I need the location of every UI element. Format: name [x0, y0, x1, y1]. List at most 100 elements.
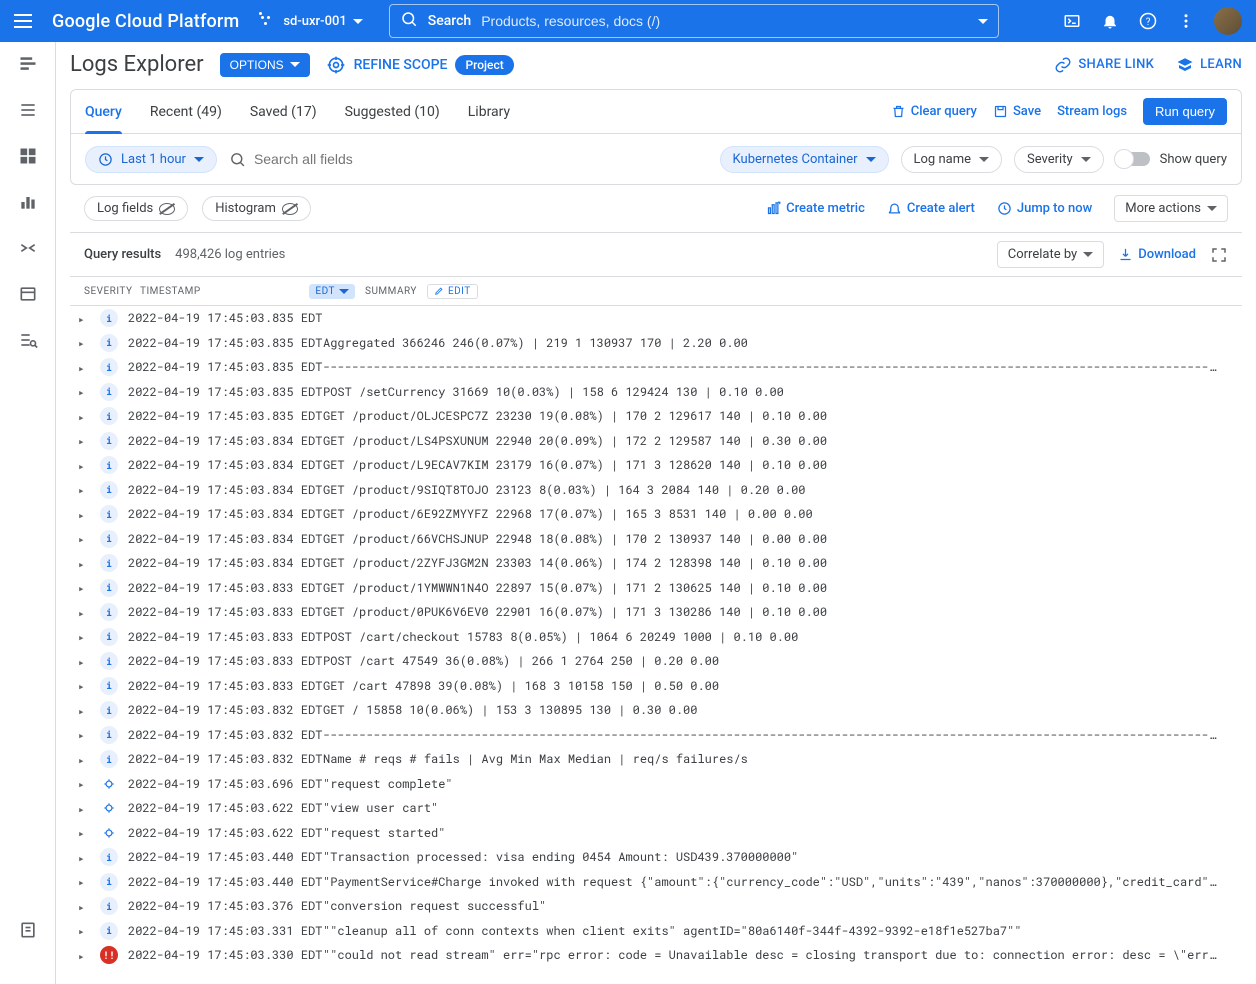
table-row[interactable]: ▸i2022-04-19 17:45:03.834 EDTGET /produc… [70, 551, 1242, 576]
table-row[interactable]: ▸i2022-04-19 17:45:03.834 EDTGET /produc… [70, 453, 1242, 478]
rail-item-1-icon[interactable] [16, 98, 40, 122]
table-row[interactable]: ▸2022-04-19 17:45:03.622 EDT"view user c… [70, 796, 1242, 821]
rail-logs-explorer-icon[interactable] [16, 52, 40, 76]
expand-icon[interactable]: ▸ [78, 409, 94, 424]
tab-saved[interactable]: Saved (17) [250, 90, 317, 133]
expand-icon[interactable]: ▸ [78, 335, 94, 350]
search-fields-input[interactable] [254, 151, 554, 167]
severity-chip[interactable]: Severity [1014, 146, 1104, 173]
edit-summary-button[interactable]: EDIT [427, 284, 478, 299]
rail-storage-icon[interactable] [16, 282, 40, 306]
log-fields-toggle[interactable]: Log fields [84, 196, 188, 221]
project-selector[interactable]: sd-uxr-001 [259, 12, 362, 30]
save-button[interactable]: Save [993, 104, 1041, 119]
cloud-shell-icon[interactable] [1062, 11, 1082, 31]
expand-icon[interactable]: ▸ [78, 727, 94, 742]
resource-chip[interactable]: Kubernetes Container [720, 146, 889, 173]
expand-icon[interactable]: ▸ [78, 556, 94, 571]
more-icon[interactable] [1176, 11, 1196, 31]
table-row[interactable]: ▸i2022-04-19 17:45:03.834 EDTGET /produc… [70, 502, 1242, 527]
table-row[interactable]: ▸i2022-04-19 17:45:03.833 EDTGET /produc… [70, 576, 1242, 601]
table-row[interactable]: ▸i2022-04-19 17:45:03.833 EDTGET /produc… [70, 600, 1242, 625]
table-row[interactable]: ▸i2022-04-19 17:45:03.835 EDTGET /produc… [70, 404, 1242, 429]
table-row[interactable]: ▸i2022-04-19 17:45:03.832 EDT-----------… [70, 723, 1242, 748]
expand-icon[interactable]: ▸ [78, 850, 94, 865]
stream-logs-button[interactable]: Stream logs [1057, 104, 1127, 119]
more-actions-button[interactable]: More actions [1114, 195, 1228, 222]
jump-to-now-button[interactable]: Jump to now [997, 201, 1092, 216]
share-link-button[interactable]: SHARE LINK [1054, 56, 1154, 74]
expand-icon[interactable]: ▸ [78, 629, 94, 644]
notifications-icon[interactable] [1100, 11, 1120, 31]
correlate-by-button[interactable]: Correlate by [997, 241, 1104, 268]
expand-icon[interactable]: ▸ [78, 507, 94, 522]
table-row[interactable]: ▸i2022-04-19 17:45:03.835 EDT [70, 306, 1242, 331]
gcp-logo[interactable]: Google Cloud Platform [52, 11, 239, 32]
rail-analytics-icon[interactable] [16, 328, 40, 352]
tab-library[interactable]: Library [468, 90, 510, 133]
create-metric-button[interactable]: Create metric [766, 201, 865, 216]
table-row[interactable]: ▸i2022-04-19 17:45:03.376 EDT"conversion… [70, 894, 1242, 919]
tab-suggested[interactable]: Suggested (10) [345, 90, 440, 133]
table-row[interactable]: ▸i2022-04-19 17:45:03.833 EDTPOST /cart … [70, 649, 1242, 674]
expand-icon[interactable]: ▸ [78, 311, 94, 326]
expand-icon[interactable]: ▸ [78, 752, 94, 767]
timezone-chip[interactable]: EDT [309, 284, 355, 299]
refine-scope-button[interactable]: REFINE SCOPE Project [326, 55, 514, 75]
table-row[interactable]: ▸i2022-04-19 17:45:03.331 EDT""cleanup a… [70, 919, 1242, 944]
expand-icon[interactable]: ▸ [78, 384, 94, 399]
chevron-down-icon[interactable] [978, 19, 988, 24]
table-row[interactable]: ▸2022-04-19 17:45:03.622 EDT"request sta… [70, 821, 1242, 846]
sort-icon[interactable] [211, 285, 223, 297]
time-range-chip[interactable]: Last 1 hour [85, 146, 217, 173]
table-row[interactable]: ▸i2022-04-19 17:45:03.832 EDTName # reqs… [70, 747, 1242, 772]
rail-dashboard-icon[interactable] [16, 144, 40, 168]
expand-icon[interactable]: ▸ [78, 801, 94, 816]
fullscreen-icon[interactable] [1210, 246, 1228, 264]
help-icon[interactable]: ? [1138, 11, 1158, 31]
table-row[interactable]: ▸i2022-04-19 17:45:03.835 EDTAggregated … [70, 331, 1242, 356]
download-button[interactable]: Download [1118, 247, 1196, 262]
learn-button[interactable]: LEARN [1176, 56, 1242, 74]
table-row[interactable]: ▸i2022-04-19 17:45:03.834 EDTGET /produc… [70, 429, 1242, 454]
nav-menu-icon[interactable] [14, 9, 38, 33]
table-row[interactable]: ▸!!2022-04-19 17:45:03.330 EDT""could no… [70, 943, 1242, 966]
table-row[interactable]: ▸i2022-04-19 17:45:03.835 EDTPOST /setCu… [70, 380, 1242, 405]
table-row[interactable]: ▸i2022-04-19 17:45:03.835 EDT-----------… [70, 355, 1242, 380]
log-name-chip[interactable]: Log name [901, 146, 1002, 173]
table-row[interactable]: ▸2022-04-19 17:45:03.696 EDT"request com… [70, 772, 1242, 797]
expand-icon[interactable]: ▸ [78, 433, 94, 448]
table-row[interactable]: ▸i2022-04-19 17:45:03.833 EDTPOST /cart/… [70, 625, 1242, 650]
create-alert-button[interactable]: Create alert [887, 201, 975, 216]
expand-icon[interactable]: ▸ [78, 458, 94, 473]
search-box[interactable]: Search [389, 4, 999, 38]
avatar[interactable] [1214, 7, 1242, 35]
tab-recent[interactable]: Recent (49) [150, 90, 222, 133]
expand-icon[interactable]: ▸ [78, 605, 94, 620]
expand-icon[interactable]: ▸ [78, 580, 94, 595]
table-row[interactable]: ▸i2022-04-19 17:45:03.440 EDT"Transactio… [70, 845, 1242, 870]
show-query-toggle[interactable]: Show query [1116, 152, 1227, 167]
toggle-switch[interactable] [1116, 152, 1150, 166]
rail-pin-icon[interactable] [16, 918, 40, 942]
clear-query-button[interactable]: Clear query [891, 104, 977, 119]
run-query-button[interactable]: Run query [1143, 98, 1227, 125]
expand-icon[interactable]: ▸ [78, 923, 94, 938]
col-timestamp[interactable]: TIMESTAMP EDT [140, 284, 355, 299]
col-severity[interactable]: SEVERITY [78, 286, 140, 297]
table-row[interactable]: ▸i2022-04-19 17:45:03.833 EDTGET /cart 4… [70, 674, 1242, 699]
table-row[interactable]: ▸i2022-04-19 17:45:03.832 EDTGET / 15858… [70, 698, 1242, 723]
expand-icon[interactable]: ▸ [78, 948, 94, 963]
options-button[interactable]: OPTIONS [220, 53, 310, 77]
table-row[interactable]: ▸i2022-04-19 17:45:03.834 EDTGET /produc… [70, 478, 1242, 503]
expand-icon[interactable]: ▸ [78, 360, 94, 375]
expand-icon[interactable]: ▸ [78, 825, 94, 840]
log-rows[interactable]: ▸i2022-04-19 17:45:03.835 EDT▸i2022-04-1… [70, 306, 1242, 966]
table-row[interactable]: ▸i2022-04-19 17:45:03.834 EDTGET /produc… [70, 527, 1242, 552]
expand-icon[interactable]: ▸ [78, 899, 94, 914]
histogram-toggle[interactable]: Histogram [202, 196, 311, 221]
rail-router-icon[interactable] [16, 236, 40, 260]
expand-icon[interactable]: ▸ [78, 678, 94, 693]
expand-icon[interactable]: ▸ [78, 776, 94, 791]
table-row[interactable]: ▸i2022-04-19 17:45:03.440 EDT"PaymentSer… [70, 870, 1242, 895]
